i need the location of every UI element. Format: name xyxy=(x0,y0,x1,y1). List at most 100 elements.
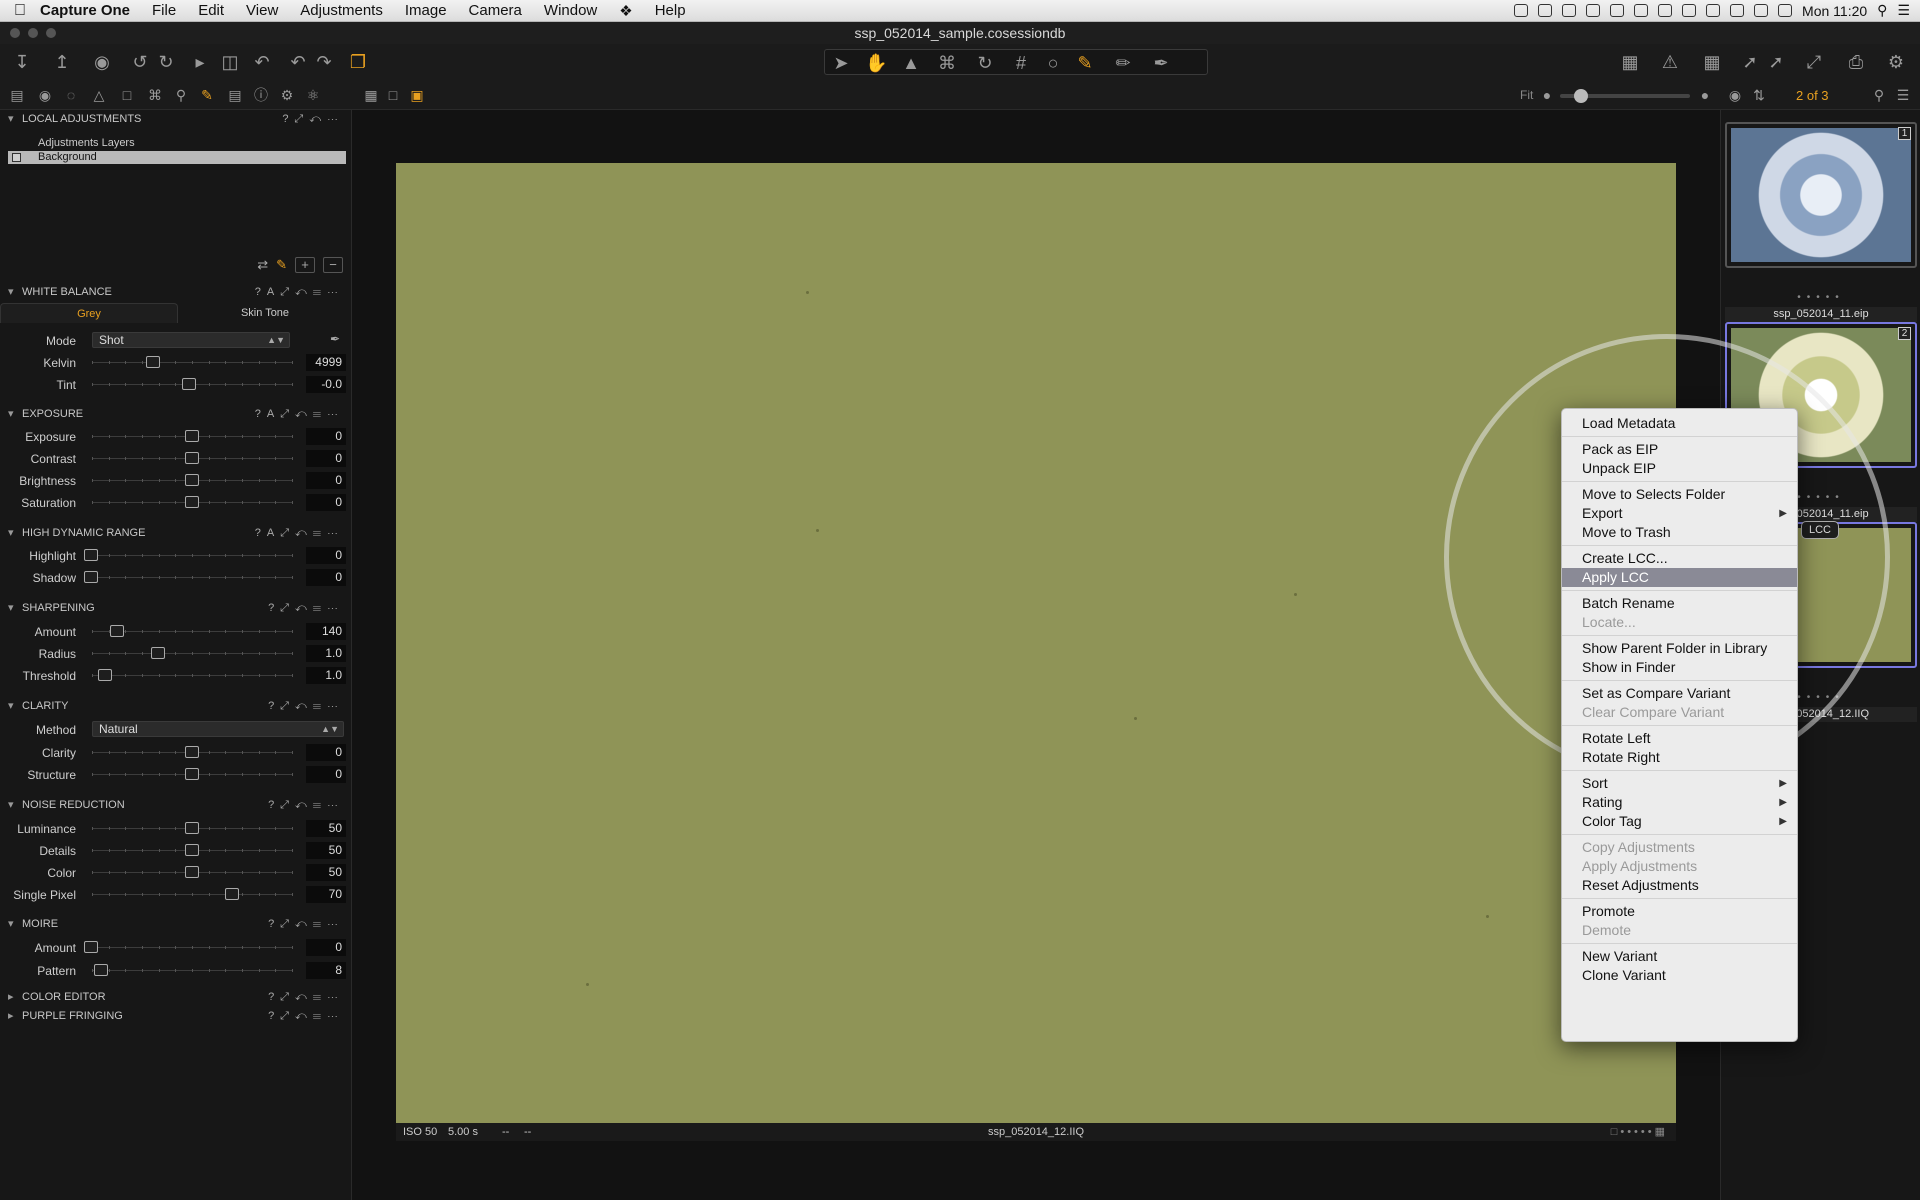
menu-view[interactable]: View xyxy=(246,2,278,19)
layer-checkbox[interactable] xyxy=(12,153,21,162)
output-tab-icon[interactable]: ⚙ xyxy=(278,86,296,104)
slider-knob[interactable] xyxy=(185,822,199,834)
settings-icon[interactable]: ⚙ xyxy=(1886,52,1906,72)
menu-item-color-tag[interactable]: Color Tag ▶ xyxy=(1562,812,1797,831)
section-tools[interactable]: ?A⤢↶☰⋯ xyxy=(255,405,344,423)
collapse-triangle-icon[interactable]: ▾ xyxy=(8,110,22,128)
pen-icon[interactable]: ✒ xyxy=(1151,53,1171,73)
zoom-in-icon[interactable]: ● xyxy=(1696,86,1714,104)
menu-item-apply-lcc[interactable]: Apply LCC xyxy=(1562,568,1797,587)
add-layer-button[interactable]: + xyxy=(295,257,315,273)
tab-grey[interactable]: Grey xyxy=(0,303,178,323)
brush-icon[interactable]: ✎ xyxy=(1075,53,1095,73)
slider-knob[interactable] xyxy=(98,669,112,681)
collapse-triangle-icon[interactable]: ▾ xyxy=(8,405,22,423)
batch-tab-icon[interactable]: ⚛ xyxy=(304,86,322,104)
exposure-slider[interactable] xyxy=(92,430,293,442)
collapse-triangle-icon[interactable]: ▾ xyxy=(8,524,22,542)
tint-value[interactable]: -0.0 xyxy=(306,376,346,393)
contrast-slider[interactable] xyxy=(92,452,293,464)
menu-item-clone-variant[interactable]: Clone Variant xyxy=(1562,966,1797,985)
menu-item-rating[interactable]: Rating ▶ xyxy=(1562,793,1797,812)
copy-apply-icon[interactable]: ❐ xyxy=(348,52,368,72)
moire-pattern-slider[interactable] xyxy=(92,964,293,976)
collapse-triangle-icon[interactable]: ▾ xyxy=(8,796,22,814)
slider-knob[interactable] xyxy=(151,647,165,659)
menu-item-rotate-right[interactable]: Rotate Right xyxy=(1562,748,1797,767)
sharpen-amount-slider[interactable] xyxy=(92,625,293,637)
menu-item-move-to-selects-folder[interactable]: Move to Selects Folder xyxy=(1562,485,1797,504)
moire-amount-slider[interactable] xyxy=(84,941,293,953)
menu-item-sort[interactable]: Sort ▶ xyxy=(1562,774,1797,793)
shadow-slider[interactable] xyxy=(84,571,293,583)
exposure-header[interactable]: ▾ EXPOSURE ?A⤢↶☰⋯ xyxy=(0,405,352,423)
zoom-button[interactable] xyxy=(46,28,56,38)
time-machine-icon[interactable] xyxy=(1682,4,1697,17)
sharpen-radius-slider[interactable] xyxy=(92,647,293,659)
clock[interactable]: Mon 11:20 xyxy=(1802,3,1867,19)
slider-knob[interactable] xyxy=(185,496,199,508)
menu-help[interactable]: Help xyxy=(655,2,686,19)
tool-icon[interactable] xyxy=(1634,4,1649,17)
menu-item-batch-rename[interactable]: Batch Rename xyxy=(1562,594,1797,613)
kelvin-value[interactable]: 4999 xyxy=(306,354,346,371)
menu-item-new-variant[interactable]: New Variant xyxy=(1562,947,1797,966)
wb-mode-select[interactable]: Shot ▲▼ xyxy=(92,332,290,348)
composition-tab-icon[interactable]: ⌘ xyxy=(146,86,164,104)
collapse-triangle-icon[interactable]: ▾ xyxy=(8,915,22,933)
menu-edit[interactable]: Edit xyxy=(198,2,224,19)
capture-tab-icon[interactable]: ◉ xyxy=(36,86,54,104)
local-adjustments-tab-icon[interactable]: ✎ xyxy=(198,86,216,104)
select-cursor-icon[interactable]: ➤ xyxy=(831,53,851,73)
rotate-right-icon[interactable]: ↻ xyxy=(156,52,176,72)
clarity-header[interactable]: ▾ CLARITY ?⤢↶☰⋯ xyxy=(0,697,352,715)
section-tools[interactable]: ?⤢↶☰⋯ xyxy=(268,599,344,617)
clarity-method-select[interactable]: Natural ▲▼ xyxy=(92,721,344,737)
wb-picker-icon[interactable]: ✒ xyxy=(330,332,340,346)
menu-item-load-metadata[interactable]: Load Metadata xyxy=(1562,414,1797,433)
keystone-icon[interactable]: # xyxy=(1011,53,1031,73)
menu-item-export[interactable]: Export ▶ xyxy=(1562,504,1797,523)
metadata-tab-icon[interactable]: ⓘ xyxy=(252,86,270,104)
color-editor-header[interactable]: ▸ COLOR EDITOR ?⤢↶☰⋯ xyxy=(0,988,352,1006)
pan-icon[interactable]: ✋ xyxy=(865,53,887,73)
lens-tab-icon[interactable]: □ xyxy=(118,86,136,104)
notification-center-icon[interactable]: ☰ xyxy=(1897,2,1910,19)
browser-options-icon[interactable]: ☰ xyxy=(1894,86,1912,104)
hdr-header[interactable]: ▾ HIGH DYNAMIC RANGE ?A⤢↶☰⋯ xyxy=(0,524,352,542)
remove-layer-button[interactable]: − xyxy=(323,257,343,273)
slider-knob[interactable] xyxy=(146,356,160,368)
zoom-out-icon[interactable]: ● xyxy=(1538,86,1556,104)
clarity-slider[interactable] xyxy=(92,746,293,758)
layer-options-icon[interactable]: ⇄ xyxy=(257,257,268,273)
slider-knob[interactable] xyxy=(185,768,199,780)
cursor-arrow-icon[interactable]: ➚ xyxy=(1740,52,1760,72)
layer-background[interactable]: Background xyxy=(8,151,346,164)
notification-icon[interactable] xyxy=(1514,4,1529,17)
expand-icon[interactable]: ⤢ xyxy=(1804,52,1824,72)
slider-knob[interactable] xyxy=(182,378,196,390)
section-tools[interactable]: ?⤢↶⋯ xyxy=(282,110,344,128)
color-tab-icon[interactable]: ◌ xyxy=(62,86,80,104)
expand-triangle-icon[interactable]: ▸ xyxy=(8,988,22,1006)
export-icon[interactable]: ↥ xyxy=(52,52,72,72)
section-tools[interactable]: ?⤢↶☰⋯ xyxy=(268,915,344,933)
moire-header[interactable]: ▾ MOIRE ?⤢↶☰⋯ xyxy=(0,915,352,933)
menu-item-show-in-finder[interactable]: Show in Finder xyxy=(1562,658,1797,677)
camera-icon[interactable]: ◉ xyxy=(92,52,112,72)
menu-item-create-lcc[interactable]: Create LCC... xyxy=(1562,549,1797,568)
menu-item-move-to-trash[interactable]: Move to Trash xyxy=(1562,523,1797,542)
structure-slider[interactable] xyxy=(92,768,293,780)
sort-icon[interactable]: ⇅ xyxy=(1750,86,1768,104)
search-icon[interactable]: ⚲ xyxy=(1870,86,1888,104)
viewer-multi-icon[interactable]: ▣ xyxy=(408,86,426,104)
slider-knob[interactable] xyxy=(225,888,239,900)
zoom-slider[interactable] xyxy=(1560,89,1690,103)
collapse-triangle-icon[interactable]: ▾ xyxy=(8,283,22,301)
kelvin-slider[interactable] xyxy=(92,356,293,368)
exposure-tab-icon[interactable]: △ xyxy=(90,86,108,104)
cursor-arrow-2-icon[interactable]: ➚ xyxy=(1766,52,1786,72)
library-tab-icon[interactable]: ▤ xyxy=(8,86,26,104)
white-balance-header[interactable]: ▾ WHITE BALANCE ?A⤢↶☰⋯ xyxy=(0,283,352,301)
grid-icon[interactable]: ▦ xyxy=(1702,52,1722,72)
